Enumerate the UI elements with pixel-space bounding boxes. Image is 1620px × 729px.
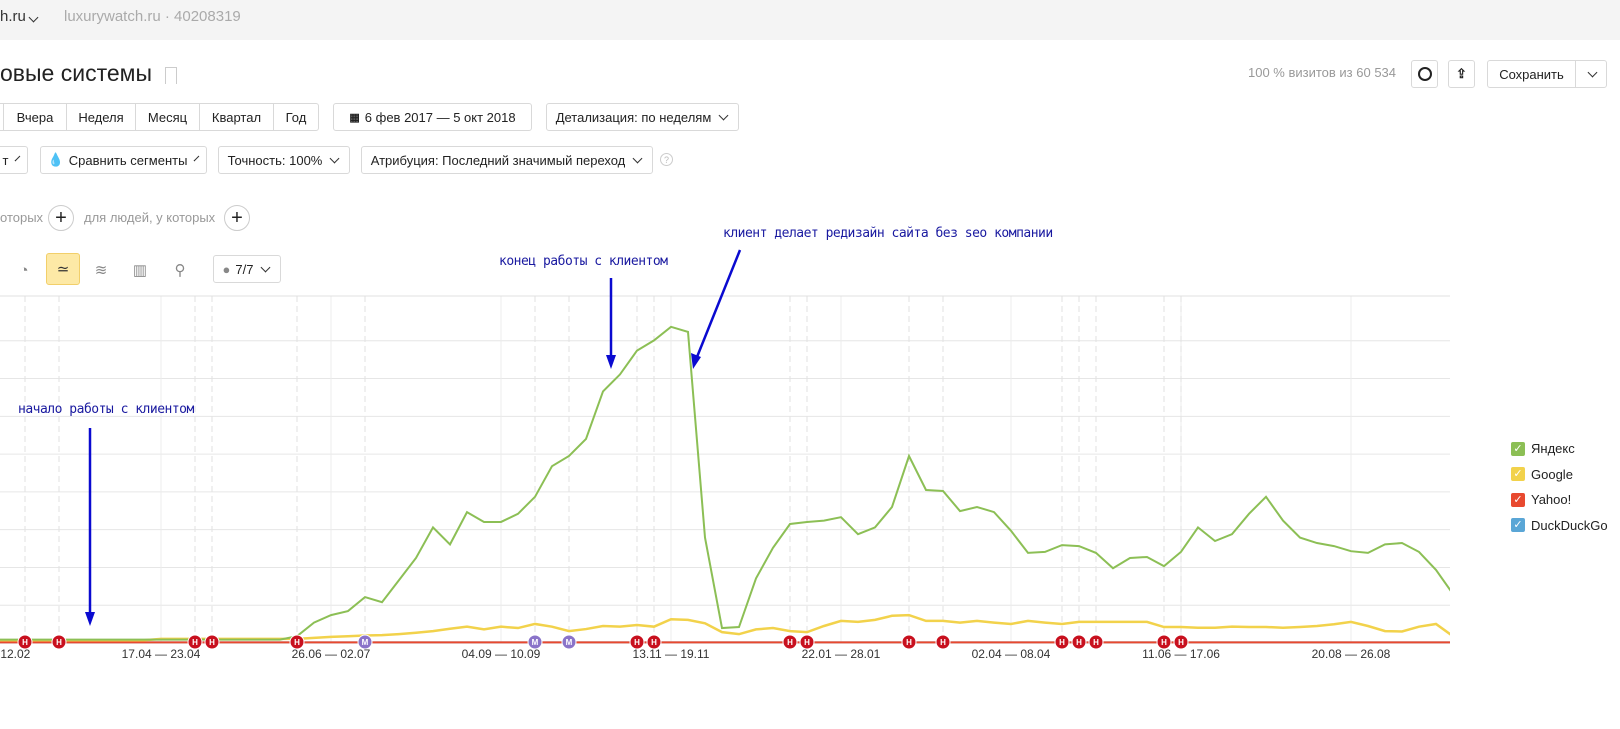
legend-label: Яндекс: [1531, 441, 1575, 456]
legend-item[interactable]: ✓ Yahoo!: [1511, 492, 1571, 507]
checkbox-icon[interactable]: ✓: [1511, 467, 1525, 481]
chevron-down-icon: [1587, 67, 1597, 77]
legend-item[interactable]: ✓ DuckDuckGo: [1511, 518, 1608, 533]
annotation-arrows: [85, 249, 742, 626]
legend-item[interactable]: ✓ Google: [1511, 467, 1573, 482]
legend-label: Yahoo!: [1531, 492, 1572, 507]
legend-label: DuckDuckGo: [1531, 517, 1608, 533]
arrow-redesign: [691, 249, 742, 369]
save-dropdown-button[interactable]: [1575, 60, 1607, 88]
legend-item[interactable]: ✓ Яндекс: [1511, 441, 1575, 456]
save-button[interactable]: Сохранить: [1487, 60, 1576, 88]
arrow-start: [85, 428, 95, 626]
legend-label: Google: [1531, 466, 1573, 482]
share-icon: ⇪: [1456, 66, 1467, 81]
checkbox-icon[interactable]: ✓: [1511, 518, 1525, 532]
arrow-end: [606, 278, 616, 369]
checkbox-icon[interactable]: ✓: [1511, 492, 1525, 507]
export-button[interactable]: ⇪: [1448, 60, 1475, 88]
checkbox-icon[interactable]: ✓: [1511, 441, 1525, 456]
